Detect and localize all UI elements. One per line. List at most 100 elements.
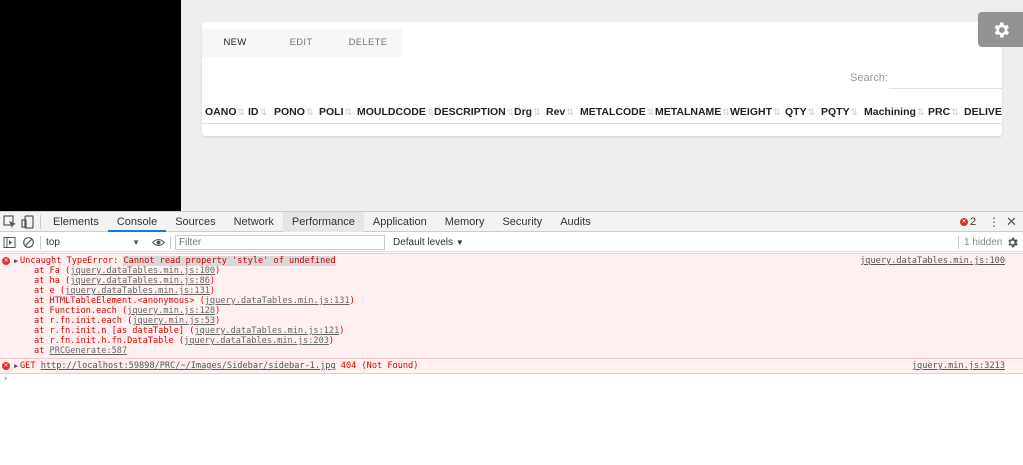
toolbar-divider: [40, 215, 41, 229]
stack-frame-end: ): [339, 326, 345, 336]
request-url[interactable]: http://localhost:59898/PRC/~/Images/Side…: [41, 361, 336, 371]
close-icon[interactable]: ✕: [1006, 214, 1017, 230]
stack-frame-end: ): [215, 316, 221, 326]
new-button[interactable]: NEW: [202, 29, 268, 57]
column-header[interactable]: WEIGHT⇅: [730, 106, 781, 118]
tab-audits[interactable]: Audits: [551, 212, 600, 232]
sort-icon: ⇅: [259, 107, 268, 117]
stack-frame-link[interactable]: jquery.dataTables.min.js:203: [184, 336, 329, 346]
stack-frame-end: ): [215, 266, 221, 276]
stack-frame-end: ): [328, 336, 335, 346]
error-icon: ✕: [2, 257, 10, 265]
sort-icon: ⇅: [722, 107, 730, 117]
column-header-label: Machining: [864, 106, 916, 118]
search-input[interactable]: [889, 65, 1002, 89]
tab-elements[interactable]: Elements: [44, 212, 108, 232]
stack-frame-function: at ha (: [34, 276, 71, 286]
stack-frame-link[interactable]: jquery.dataTables.min.js:131: [205, 296, 350, 306]
stack-frame: at r.fn.init.each (jquery.min.js:53): [20, 316, 1023, 326]
error-counter[interactable]: ✕ 2: [960, 212, 976, 232]
column-header[interactable]: MOULDCODE⇅: [357, 106, 434, 118]
sort-icon: ⇅: [533, 107, 541, 117]
column-header-label: POLI: [319, 106, 344, 118]
delete-button[interactable]: DELETE: [334, 29, 402, 57]
chevron-down-icon: ▼: [132, 238, 140, 247]
console-filterbar: top ▼ Default levels ▼ 1 hidden: [0, 233, 1023, 252]
stack-frame-link[interactable]: jquery.dataTables.min.js:121: [194, 326, 339, 336]
column-header-label: PRC: [928, 106, 951, 118]
filter-input[interactable]: [175, 235, 385, 250]
stack-frame: at e (jquery.dataTables.min.js:131): [20, 286, 1023, 296]
stack-frame-end: ): [209, 286, 216, 296]
edit-button[interactable]: EDIT: [268, 29, 334, 57]
expand-triangle-icon[interactable]: ▶: [14, 256, 18, 266]
column-header[interactable]: ID⇅: [248, 106, 267, 118]
column-header[interactable]: POLI⇅: [319, 106, 352, 118]
tab-memory[interactable]: Memory: [436, 212, 494, 232]
column-header[interactable]: Machining⇅: [864, 106, 924, 118]
stack-frame-link[interactable]: jquery.dataTables.min.js:131: [65, 286, 210, 296]
tab-security[interactable]: Security: [493, 212, 551, 232]
tab-network[interactable]: Network: [225, 212, 283, 232]
stack-trace: at Fa (jquery.dataTables.min.js:100) at h…: [20, 266, 1023, 356]
column-header[interactable]: QTY⇅: [785, 106, 815, 118]
error-prefix: Uncaught TypeError:: [20, 256, 124, 266]
column-header-label: DESCRIPTION: [434, 106, 506, 118]
stack-frame: at r.fn.init.h.fn.DataTable (jquery.data…: [20, 336, 1023, 346]
column-header[interactable]: DESCRIPTION⇅: [434, 106, 514, 118]
expand-triangle-icon[interactable]: ▶: [14, 361, 18, 371]
more-options-icon[interactable]: ⋮: [988, 215, 1000, 229]
clear-console-icon[interactable]: [22, 236, 35, 249]
context-select[interactable]: top ▼: [43, 235, 143, 250]
column-header[interactable]: METALCODE⇅: [580, 106, 654, 118]
stack-frame-function: at r.fn.init.h.fn.DataTable (: [34, 336, 185, 346]
devtools-panel: Elements Console Sources Network Performance…: [0, 211, 1023, 465]
eye-icon[interactable]: [152, 237, 165, 248]
gear-icon: [994, 22, 1009, 37]
console-error-message: ✕ ▶ Uncaught TypeError: Cannot read prop…: [0, 253, 1023, 359]
tab-sources[interactable]: Sources: [166, 212, 224, 232]
tab-application[interactable]: Application: [364, 212, 436, 232]
tab-console[interactable]: Console: [107, 212, 167, 232]
column-header-label: PONO: [274, 106, 305, 118]
stack-frame-link[interactable]: jquery.dataTables.min.js:100: [70, 266, 215, 276]
sort-icon: ⇅: [237, 107, 246, 117]
log-levels-dropdown[interactable]: Default levels ▼: [393, 235, 464, 250]
settings-button[interactable]: [978, 12, 1023, 47]
stack-frame-function: at Fa (: [34, 266, 71, 276]
stack-frame-link[interactable]: jquery.min.js:128: [127, 306, 215, 316]
column-header[interactable]: PQTY⇅: [821, 106, 858, 118]
devtools-tabs: Elements Console Sources Network Performance…: [44, 212, 600, 232]
card-toolbar: NEW EDIT DELETE: [202, 29, 402, 57]
column-header-label: METALCODE: [580, 106, 646, 118]
stack-frame-function: at Function.each (: [34, 306, 128, 316]
column-header[interactable]: OANO⇅: [205, 106, 245, 118]
stack-frame-link[interactable]: jquery.dataTables.min.js:86: [70, 276, 210, 286]
device-toggle-icon[interactable]: [21, 215, 35, 229]
stack-frame-link[interactable]: PRCGenerate:587: [50, 346, 128, 356]
column-header[interactable]: Drg⇅: [514, 106, 541, 118]
column-header[interactable]: METALNAME⇅: [655, 106, 730, 118]
sort-icon: ⇅: [646, 107, 655, 117]
stack-frame-link[interactable]: jquery.min.js:53: [132, 316, 215, 326]
sort-icon: ⇅: [916, 107, 925, 117]
request-source-link[interactable]: jquery.min.js:3213: [912, 361, 1005, 371]
stack-frame-function: at: [34, 346, 50, 356]
sidebar-toggle-icon[interactable]: [3, 236, 16, 249]
tab-performance[interactable]: Performance: [282, 212, 364, 232]
console-settings-icon[interactable]: [1006, 236, 1019, 249]
column-header[interactable]: PONO⇅: [274, 106, 313, 118]
column-header[interactable]: Rev⇅: [546, 106, 574, 118]
stack-frame-end: ): [209, 276, 216, 286]
stack-frame-end: ): [215, 306, 221, 316]
console-prompt[interactable]: ›: [0, 374, 1023, 384]
inspect-element-icon[interactable]: [3, 215, 17, 229]
column-header-label: MOULDCODE: [357, 106, 426, 118]
error-source-link[interactable]: jquery.dataTables.min.js:100: [860, 256, 1005, 266]
sort-icon: ⇅: [773, 107, 781, 117]
column-header[interactable]: PRC⇅: [928, 106, 959, 118]
stack-frame: at Function.each (jquery.min.js:128): [20, 306, 1023, 316]
column-header-label: METALNAME: [655, 106, 722, 118]
column-header[interactable]: DELIVERYDT⇅: [964, 106, 1002, 118]
sort-icon: ⇅: [850, 107, 859, 117]
